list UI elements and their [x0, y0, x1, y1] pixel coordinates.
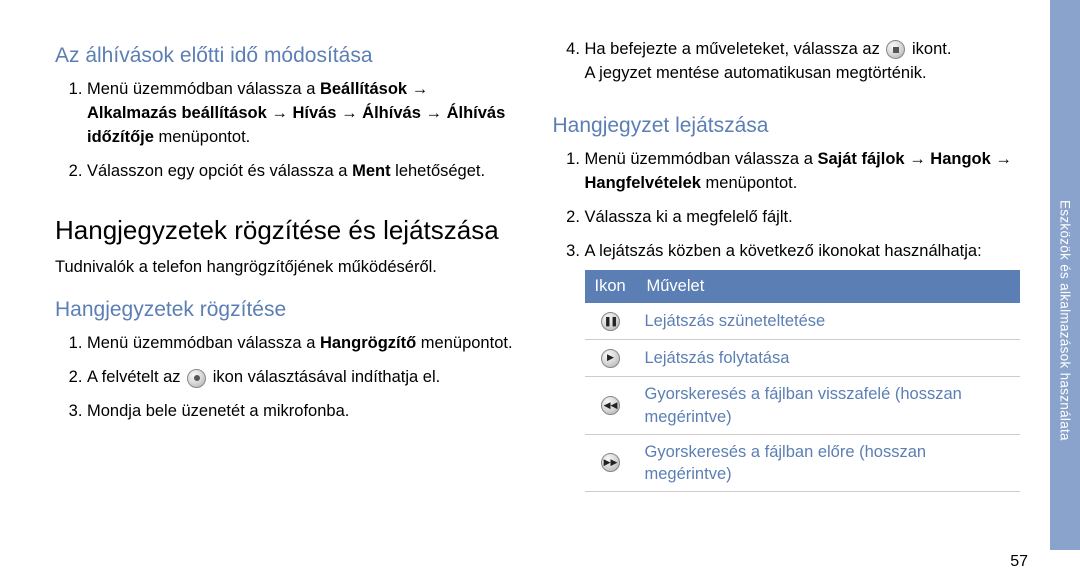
cell-action: Lejátszás szüneteltetése: [637, 303, 1021, 339]
step-item: Menü üzemmódban válassza a Saját fájlok …: [585, 148, 1021, 196]
text: Menü üzemmódban válassza a: [87, 80, 320, 98]
table-row: ▶▶ Gyorskeresés a fájlban előre (hosszan…: [585, 434, 1021, 492]
table-header-action: Művelet: [637, 270, 1021, 304]
cell-action: Lejátszás folytatása: [637, 340, 1021, 377]
table-row: ▶ Lejátszás folytatása: [585, 340, 1021, 377]
bold: Alkalmazás beállítások: [87, 104, 267, 122]
arrow-icon: →: [995, 150, 1012, 168]
text: Válasszon egy opciót és válassza a: [87, 162, 352, 180]
page: Az álhívások előtti idő módosítása Menü …: [0, 0, 1080, 585]
pause-icon: ❚❚: [601, 312, 620, 331]
step-item: A lejátszás közben a következő ikonokat …: [585, 240, 1021, 493]
section-title-record: Hangjegyzetek rögzítése: [55, 298, 523, 322]
cell-icon: ▶▶: [585, 434, 637, 492]
section-title-playback: Hangjegyzet lejátszása: [553, 114, 1021, 138]
intro-text: Tudnivalók a telefon hangrögzítőjének mű…: [55, 256, 523, 278]
text: menüpontot.: [154, 128, 250, 146]
step-item: Menü üzemmódban válassza a Hangrögzítő m…: [87, 332, 523, 356]
bold: Hívás: [292, 104, 336, 122]
fastforward-icon: ▶▶: [601, 453, 620, 472]
main-heading-recording: Hangjegyzetek rögzítése és lejátszása: [55, 214, 523, 247]
text: menüpontot.: [701, 174, 797, 192]
text: ikont.: [907, 40, 951, 58]
play-icon: ▶: [601, 349, 620, 368]
arrow-icon: →: [425, 104, 442, 122]
cell-icon: ▶: [585, 340, 637, 377]
text: lehetőséget.: [391, 162, 486, 180]
rewind-icon: ◀◀: [601, 396, 620, 415]
cell-action: Gyorskeresés a fájlban visszafelé (hossz…: [637, 377, 1021, 435]
cell-icon: ◀◀: [585, 377, 637, 435]
left-column: Az álhívások előtti idő módosítása Menü …: [55, 38, 523, 560]
record-icon: [187, 369, 206, 388]
arrow-icon: →: [341, 104, 358, 122]
bold: Hangfelvételek: [585, 174, 701, 192]
table-header-icon: Ikon: [585, 270, 637, 304]
cell-icon: ❚❚: [585, 303, 637, 339]
arrow-icon: →: [909, 150, 926, 168]
step-item: Menü üzemmódban válassza a Beállítások →…: [87, 78, 523, 150]
arrow-icon: →: [271, 104, 288, 122]
text: ikon választásával indíthatja el.: [208, 368, 440, 386]
playback-steps: Menü üzemmódban válassza a Saját fájlok …: [553, 148, 1021, 503]
text: A jegyzet mentése automatikusan megtörté…: [585, 64, 927, 82]
page-number: 57: [1010, 553, 1028, 571]
record-steps-cont: Ha befejezte a műveleteket, válassza az …: [553, 38, 1021, 96]
text: Menü üzemmódban válassza a: [585, 150, 818, 168]
text: A felvételt az: [87, 368, 185, 386]
section-title-fakecall-timing: Az álhívások előtti idő módosítása: [55, 44, 523, 68]
bold: Hangok: [930, 150, 991, 168]
cell-action: Gyorskeresés a fájlban előre (hosszan me…: [637, 434, 1021, 492]
record-steps: Menü üzemmódban válassza a Hangrögzítő m…: [55, 332, 523, 434]
icon-action-table: Ikon Művelet ❚❚ Lejátszás szüneteltetése…: [585, 270, 1021, 493]
bold: Hangrögzítő: [320, 334, 416, 352]
arrow-icon: →: [412, 80, 429, 98]
step-item: Ha befejezte a műveleteket, válassza az …: [585, 38, 1021, 86]
table-row: ❚❚ Lejátszás szüneteltetése: [585, 303, 1021, 339]
right-column: Ha befejezte a műveleteket, válassza az …: [553, 38, 1061, 560]
text: Menü üzemmódban válassza a: [87, 334, 320, 352]
step-item: Mondja bele üzenetét a mikrofonba.: [87, 400, 523, 424]
table-row: ◀◀ Gyorskeresés a fájlban visszafelé (ho…: [585, 377, 1021, 435]
step-item: Válasszon egy opciót és válassza a Ment …: [87, 160, 523, 184]
bold: Ment: [352, 162, 391, 180]
text: A lejátszás közben a következő ikonokat …: [585, 242, 982, 260]
step-item: Válassza ki a megfelelő fájlt.: [585, 206, 1021, 230]
bold: Álhívás: [362, 104, 421, 122]
stop-icon: [886, 40, 905, 59]
fakecall-steps: Menü üzemmódban válassza a Beállítások →…: [55, 78, 523, 194]
bold: Beállítások: [320, 80, 407, 98]
step-item: A felvételt az ikon választásával indíth…: [87, 366, 523, 390]
sidebar-chapter-label: Eszközök és alkalmazások használata: [1050, 0, 1080, 550]
text: menüpontot.: [416, 334, 512, 352]
text: Ha befejezte a műveleteket, válassza az: [585, 40, 885, 58]
bold: Saját fájlok: [817, 150, 904, 168]
